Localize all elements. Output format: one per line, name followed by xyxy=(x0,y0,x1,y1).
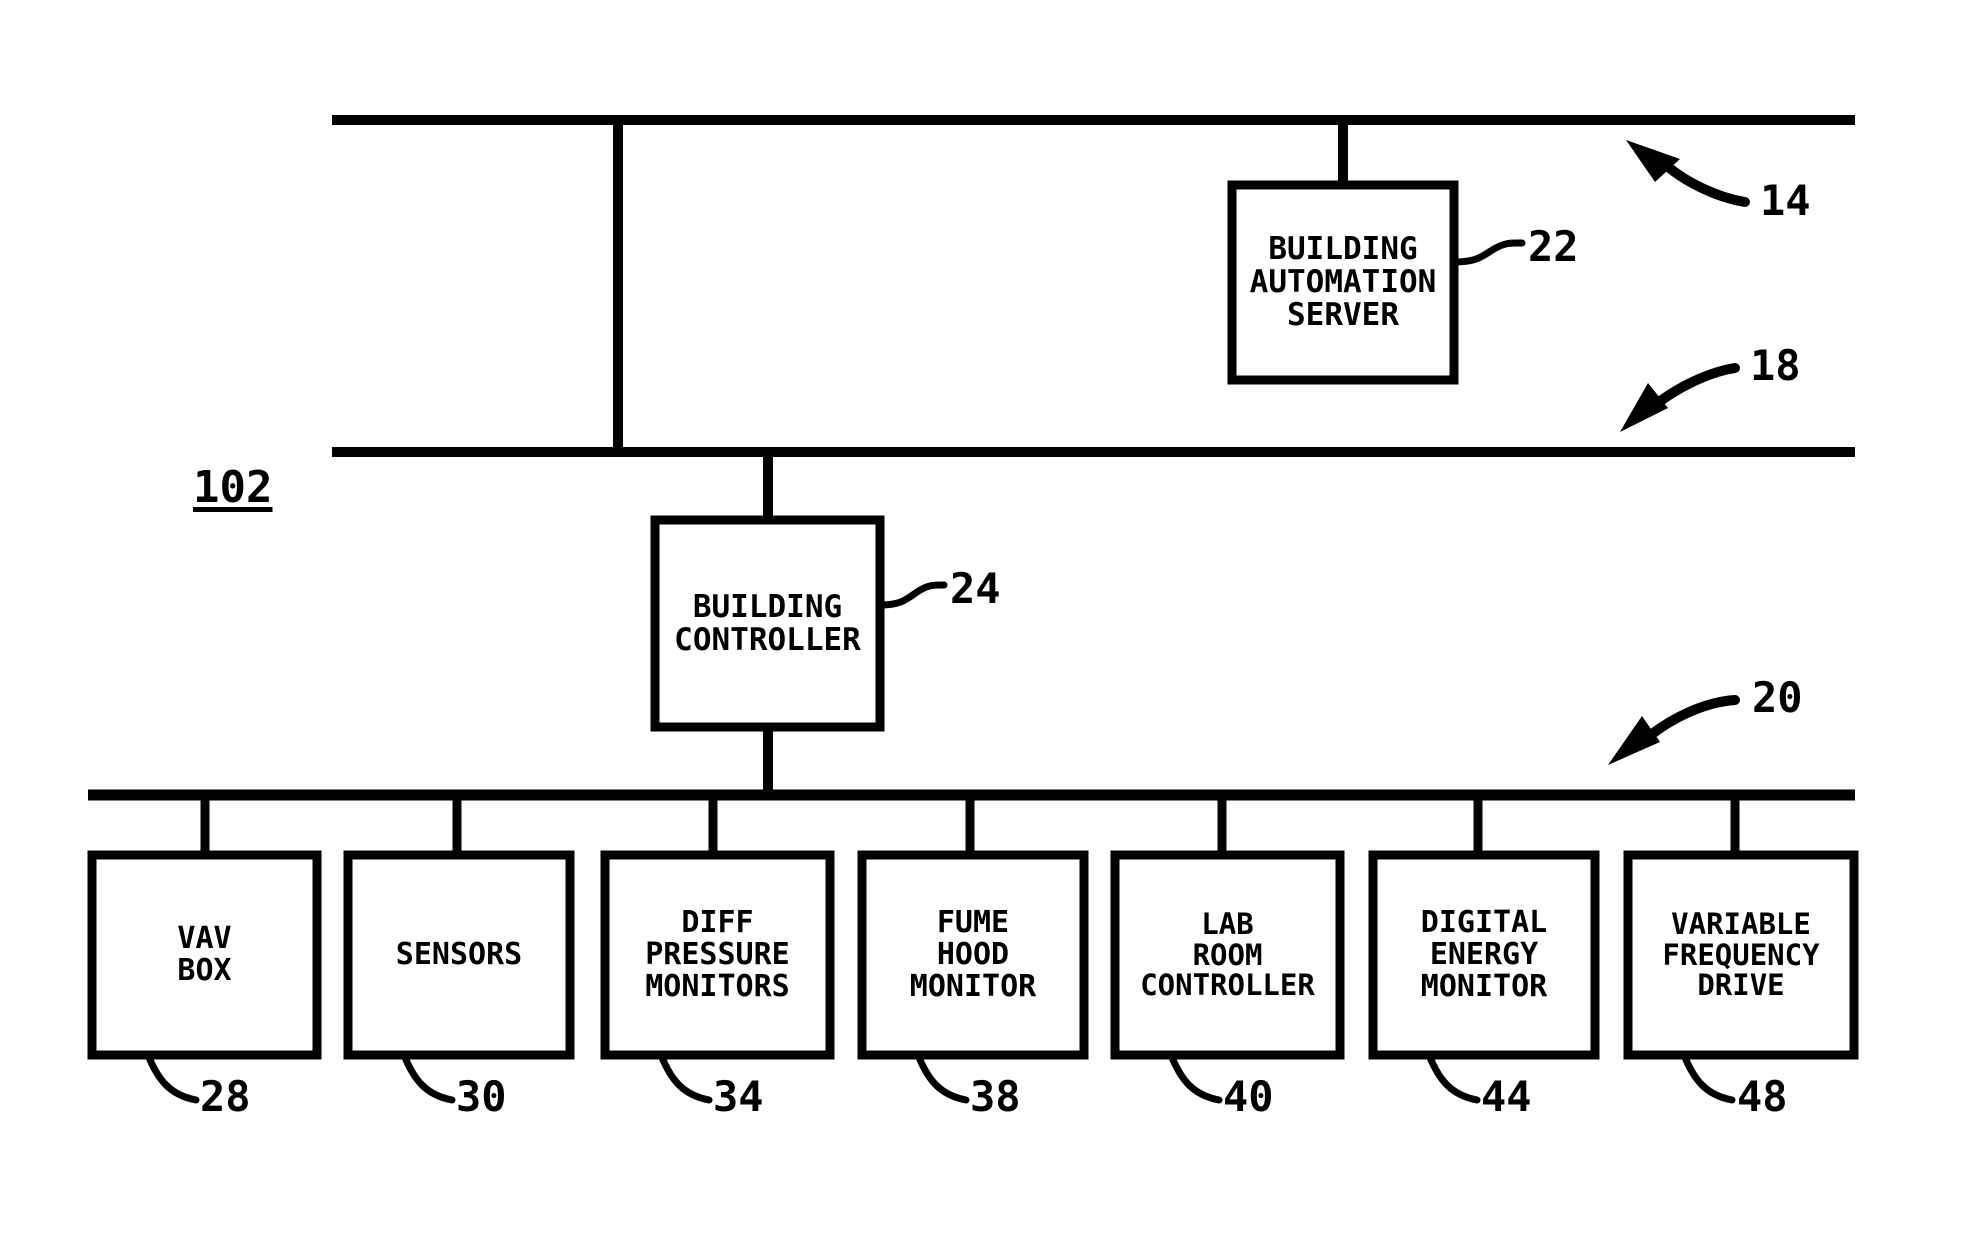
system-reference-102: 102 xyxy=(193,462,273,513)
leader-line-48 xyxy=(1680,1051,1736,1104)
ref-number-22: 22 xyxy=(1528,222,1579,271)
ref-number-34: 34 xyxy=(713,1072,764,1121)
building-automation-server-box[interactable] xyxy=(1227,180,1459,385)
leader-line-22 xyxy=(1450,239,1526,266)
ref-number-30: 30 xyxy=(456,1072,507,1121)
ref-number-28: 28 xyxy=(200,1072,251,1121)
ref-number-14: 14 xyxy=(1760,176,1811,225)
leader-line-34 xyxy=(657,1051,713,1104)
leader-line-28 xyxy=(144,1051,200,1104)
ref-number-24: 24 xyxy=(950,564,1001,613)
leader-line-24 xyxy=(876,581,948,609)
arrow-curve-14 xyxy=(1655,155,1750,207)
ref-number-38: 38 xyxy=(970,1072,1021,1121)
patent-figure: BUILDING AUTOMATION SERVER 22 BUILDING C… xyxy=(0,0,1985,1260)
leader-line-44 xyxy=(1425,1051,1481,1104)
ref-number-44: 44 xyxy=(1481,1072,1532,1121)
device-box-5[interactable] xyxy=(1368,850,1600,1060)
ref-number-48: 48 xyxy=(1737,1072,1788,1121)
leader-line-30 xyxy=(400,1051,456,1104)
ref-number-20: 20 xyxy=(1752,673,1803,722)
device-box-4[interactable] xyxy=(1110,850,1345,1060)
device-box-1[interactable] xyxy=(343,850,575,1060)
building-controller-box[interactable] xyxy=(650,515,885,732)
arrow-head-20 xyxy=(1608,716,1660,765)
device-box-0[interactable] xyxy=(87,850,322,1060)
leader-line-40 xyxy=(1167,1051,1223,1104)
device-box-2[interactable] xyxy=(600,850,835,1060)
figure-linework xyxy=(87,115,1859,1104)
device-box-6[interactable] xyxy=(1623,850,1859,1060)
ref-number-40: 40 xyxy=(1223,1072,1274,1121)
ref-number-18: 18 xyxy=(1750,341,1801,390)
device-box-3[interactable] xyxy=(857,850,1089,1060)
arrow-head-18 xyxy=(1620,383,1668,432)
leader-line-38 xyxy=(914,1051,970,1104)
